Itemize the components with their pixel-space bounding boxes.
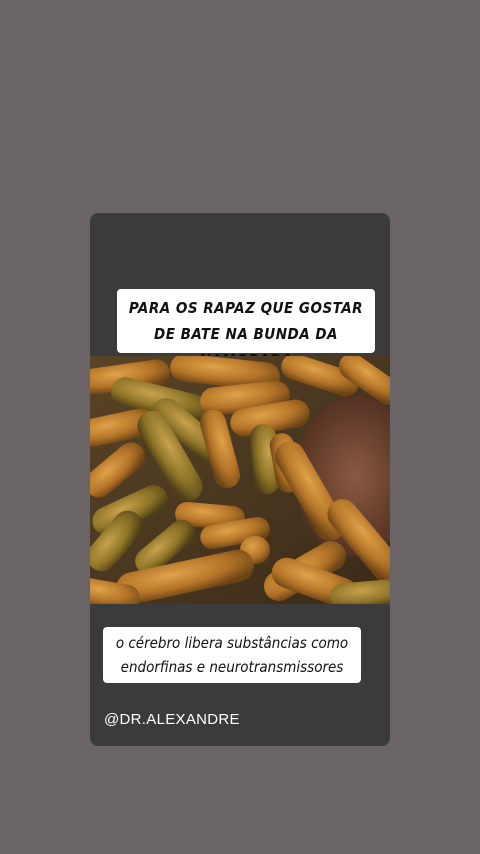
story-card[interactable]: PARA OS RAPAZ QUE GOSTAR DE BATE NA BUND…	[90, 213, 390, 746]
bottom-caption-text: o cérebro libera substâncias como endorf…	[115, 634, 349, 676]
bottom-caption: o cérebro libera substâncias como endorf…	[103, 627, 361, 683]
story-image	[90, 356, 390, 604]
author-handle[interactable]: @DR.ALEXANDRE	[104, 711, 240, 728]
bacteria-illustration	[90, 356, 390, 604]
top-caption: PARA OS RAPAZ QUE GOSTAR DE BATE NA BUND…	[117, 289, 375, 369]
